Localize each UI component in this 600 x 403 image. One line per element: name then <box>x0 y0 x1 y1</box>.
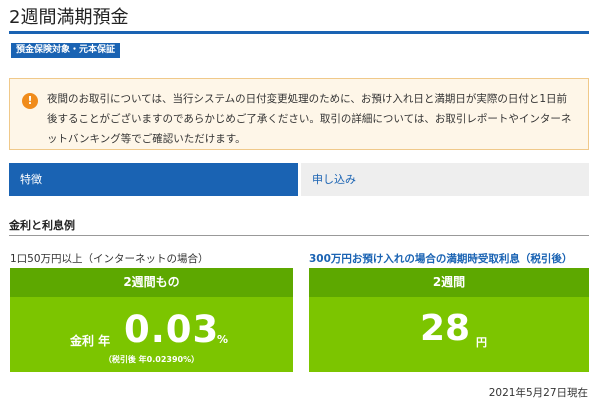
section-divider <box>9 235 589 236</box>
rate-card-header: 2週間もの <box>10 268 293 297</box>
tab-apply[interactable]: 申し込み <box>301 163 589 196</box>
after-tax-rate-note: （税引後 年0.02390%） <box>103 355 200 364</box>
notice-text: 夜間のお取引については、当行システムの日付変更処理のために、お預け入れ日と満期日… <box>47 93 572 145</box>
tab-bar: 特徴 申し込み <box>9 163 589 196</box>
tab-features[interactable]: 特徴 <box>9 163 298 196</box>
title-divider <box>9 31 589 34</box>
interest-card-header: 2週間 <box>309 268 589 297</box>
as-of-date: 2021年5月27日現在 <box>488 387 588 399</box>
rate-prefix: 金利 年 <box>70 334 111 348</box>
rate-card-caption: 1口50万円以上（インターネットの場合） <box>10 253 209 265</box>
notice-box: ! 夜間のお取引については、当行システムの日付変更処理のために、お預け入れ日と満… <box>9 78 589 150</box>
section-heading: 金利と利息例 <box>9 219 75 232</box>
interest-rate-card: 2週間もの 金利 年 0.03 % （税引後 年0.02390%） <box>10 268 293 372</box>
rate-line: 金利 年 0.03 % <box>10 308 293 352</box>
rate-unit: % <box>217 333 229 346</box>
interest-example-card: 2週間 28 円 <box>309 268 589 372</box>
deposit-insurance-badge: 預金保険対象・元本保証 <box>11 43 121 58</box>
interest-card-caption: 300万円お預け入れの場合の満期時受取利息（税引後） <box>309 253 573 265</box>
exclamation-icon: ! <box>22 93 38 109</box>
interest-amount-unit: 円 <box>476 336 487 349</box>
interest-amount-value: 28 <box>420 308 471 349</box>
page-title: 2週間満期預金 <box>9 7 129 28</box>
rate-value: 0.03 <box>124 308 220 351</box>
